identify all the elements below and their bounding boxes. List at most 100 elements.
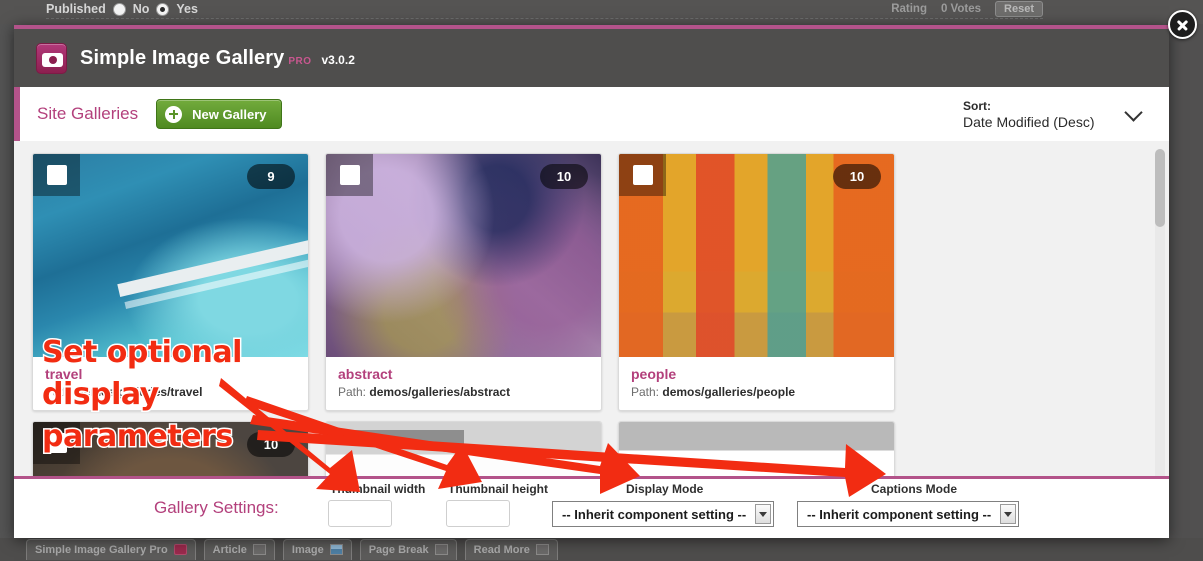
chevron-down-icon	[755, 504, 771, 524]
gallery-card[interactable]: 10 people Path: demos/galleries/people	[618, 153, 895, 411]
new-gallery-button[interactable]: New Gallery	[156, 99, 282, 129]
sort-text-group: Sort: Date Modified (Desc)	[963, 99, 1095, 131]
gallery-thumbnail[interactable]: 9	[33, 154, 308, 357]
thumbnail-height-input[interactable]	[446, 500, 510, 527]
chevron-down-icon	[1000, 504, 1016, 524]
path-value: demos/galleries/people	[662, 385, 796, 399]
modal-title-group: Simple Image Gallery PRO v3.0.2	[80, 47, 355, 70]
editor-button-sig-pro[interactable]: Simple Image Gallery Pro	[26, 539, 196, 560]
path-value: demos/galleries/travel	[76, 385, 203, 399]
gallery-meta: travel Path: demos/galleries/travel	[33, 357, 308, 410]
editor-button-read-more[interactable]: Read More	[464, 539, 558, 560]
editor-button-label: Article	[212, 543, 247, 556]
published-radio-yes[interactable]	[156, 2, 170, 16]
app-version: v3.0.2	[321, 52, 355, 67]
background-top-strip: Published No Yes Rating 0 Votes Reset	[0, 0, 1203, 24]
pro-badge: PRO	[288, 55, 312, 67]
new-gallery-label: New Gallery	[192, 106, 267, 122]
sort-dropdown[interactable]: Sort: Date Modified (Desc)	[950, 93, 1150, 137]
gallery-select-checkbox[interactable]	[619, 154, 666, 196]
article-icon	[252, 544, 266, 555]
captions-mode-label: Captions Mode	[871, 482, 957, 496]
gallery-meta: people Path: demos/galleries/people	[619, 357, 894, 410]
sort-value: Date Modified (Desc)	[963, 114, 1095, 130]
editor-button-label: Read More	[473, 543, 530, 556]
editor-button-label: Simple Image Gallery Pro	[35, 543, 168, 556]
thumbnail-height-label: Thumbnail height	[448, 482, 548, 496]
published-field: Published No Yes	[46, 2, 198, 16]
image-icon	[329, 544, 343, 555]
modal-body: Site Galleries New Gallery Sort: Date Mo…	[14, 87, 1169, 538]
editor-button-image[interactable]: Image	[282, 539, 352, 560]
gallery-image-count: 10	[833, 164, 881, 189]
display-mode-label: Display Mode	[626, 482, 704, 496]
page-break-icon	[434, 544, 448, 555]
published-label: Published	[46, 2, 106, 16]
thumbnail-width-input[interactable]	[328, 500, 392, 527]
thumbnail-width-field: Thumbnail width	[328, 482, 425, 527]
image-gallery-modal: Simple Image Gallery PRO v3.0.2 Site Galle…	[14, 25, 1169, 538]
thumbnail-width-label: Thumbnail width	[330, 482, 426, 496]
gallery-image-count: 9	[247, 164, 295, 189]
plus-icon	[165, 105, 183, 123]
display-mode-value: -- Inherit component setting --	[562, 506, 747, 522]
captions-mode-select[interactable]: -- Inherit component setting --	[797, 501, 1019, 527]
gallery-card[interactable]: 9 travel Path: demos/galleries/travel	[32, 153, 309, 411]
rating-label: Rating	[891, 3, 927, 15]
votes-label: 0 Votes	[940, 3, 982, 15]
reset-rating-button[interactable]: Reset	[995, 1, 1043, 17]
screen-root: Published No Yes Rating 0 Votes Reset Si…	[0, 0, 1203, 561]
sort-label: Sort:	[963, 99, 991, 113]
gallery-select-checkbox[interactable]	[326, 154, 373, 196]
close-modal-button[interactable]	[1168, 10, 1197, 39]
gallery-name: people	[631, 366, 677, 382]
gallery-name: abstract	[338, 366, 393, 382]
gallery-name: travel	[45, 366, 83, 382]
gallery-image-count: 10	[247, 432, 295, 457]
chevron-down-icon	[1124, 103, 1143, 122]
gallery-thumbnail[interactable]: 10	[326, 154, 601, 357]
path-label: Path:	[631, 385, 660, 399]
editor-button-page-break[interactable]: Page Break	[359, 539, 457, 560]
scrollbar-thumb[interactable]	[1155, 149, 1165, 227]
background-right-panel	[1167, 24, 1203, 538]
path-label: Path:	[45, 385, 74, 399]
gallery-meta: abstract Path: demos/galleries/abstract	[326, 357, 601, 410]
gallery-path: Path: demos/galleries/travel	[45, 385, 296, 399]
camera-icon	[173, 544, 187, 555]
app-title: Simple Image Gallery	[80, 46, 285, 69]
camera-logo-icon	[36, 42, 67, 74]
divider	[46, 18, 1043, 19]
captions-mode-value: -- Inherit component setting --	[807, 506, 992, 522]
thumbnail-height-field: Thumbnail height	[446, 482, 548, 527]
gallery-path: Path: demos/galleries/abstract	[338, 385, 589, 399]
published-yes-label: Yes	[176, 2, 198, 16]
display-mode-field: Display Mode -- Inherit component settin…	[552, 482, 774, 527]
gallery-settings-band: Gallery Settings: Thumbnail width Thumbn…	[14, 476, 1169, 538]
editor-insert-buttons: Simple Image Gallery Pro Article Image P…	[26, 539, 558, 560]
rating-field: Rating 0 Votes Reset	[891, 1, 1043, 17]
gallery-card[interactable]: 10 abstract Path: demos/galleries/abstra…	[325, 153, 602, 411]
modal-header: Simple Image Gallery PRO v3.0.2	[14, 29, 1169, 87]
gallery-settings-title: Gallery Settings:	[154, 498, 279, 517]
modal-scrollbar[interactable]	[1155, 149, 1165, 486]
editor-button-label: Page Break	[368, 543, 429, 556]
editor-button-label: Image	[291, 543, 324, 556]
path-label: Path:	[338, 385, 367, 399]
gallery-path: Path: demos/galleries/people	[631, 385, 882, 399]
editor-button-article[interactable]: Article	[203, 539, 275, 560]
read-more-icon	[535, 544, 549, 555]
published-no-label: No	[132, 2, 150, 16]
editor-toolbar-strip: Simple Image Gallery Pro Article Image P…	[0, 538, 1203, 561]
display-mode-select[interactable]: -- Inherit component setting --	[552, 501, 774, 527]
captions-mode-field: Captions Mode -- Inherit component setti…	[797, 482, 1019, 527]
section-title: Site Galleries	[37, 104, 139, 123]
gallery-select-checkbox[interactable]	[33, 422, 80, 464]
gallery-thumbnail[interactable]: 10	[619, 154, 894, 357]
gallery-image-count: 10	[540, 164, 588, 189]
gallery-select-checkbox[interactable]	[33, 154, 80, 196]
gallery-toolbar: Site Galleries New Gallery Sort: Date Mo…	[14, 87, 1169, 141]
gallery-grid-scroll[interactable]: 9 travel Path: demos/galleries/travel 10…	[14, 141, 1147, 495]
published-radio-no[interactable]	[112, 2, 126, 16]
path-value: demos/galleries/abstract	[369, 385, 511, 399]
